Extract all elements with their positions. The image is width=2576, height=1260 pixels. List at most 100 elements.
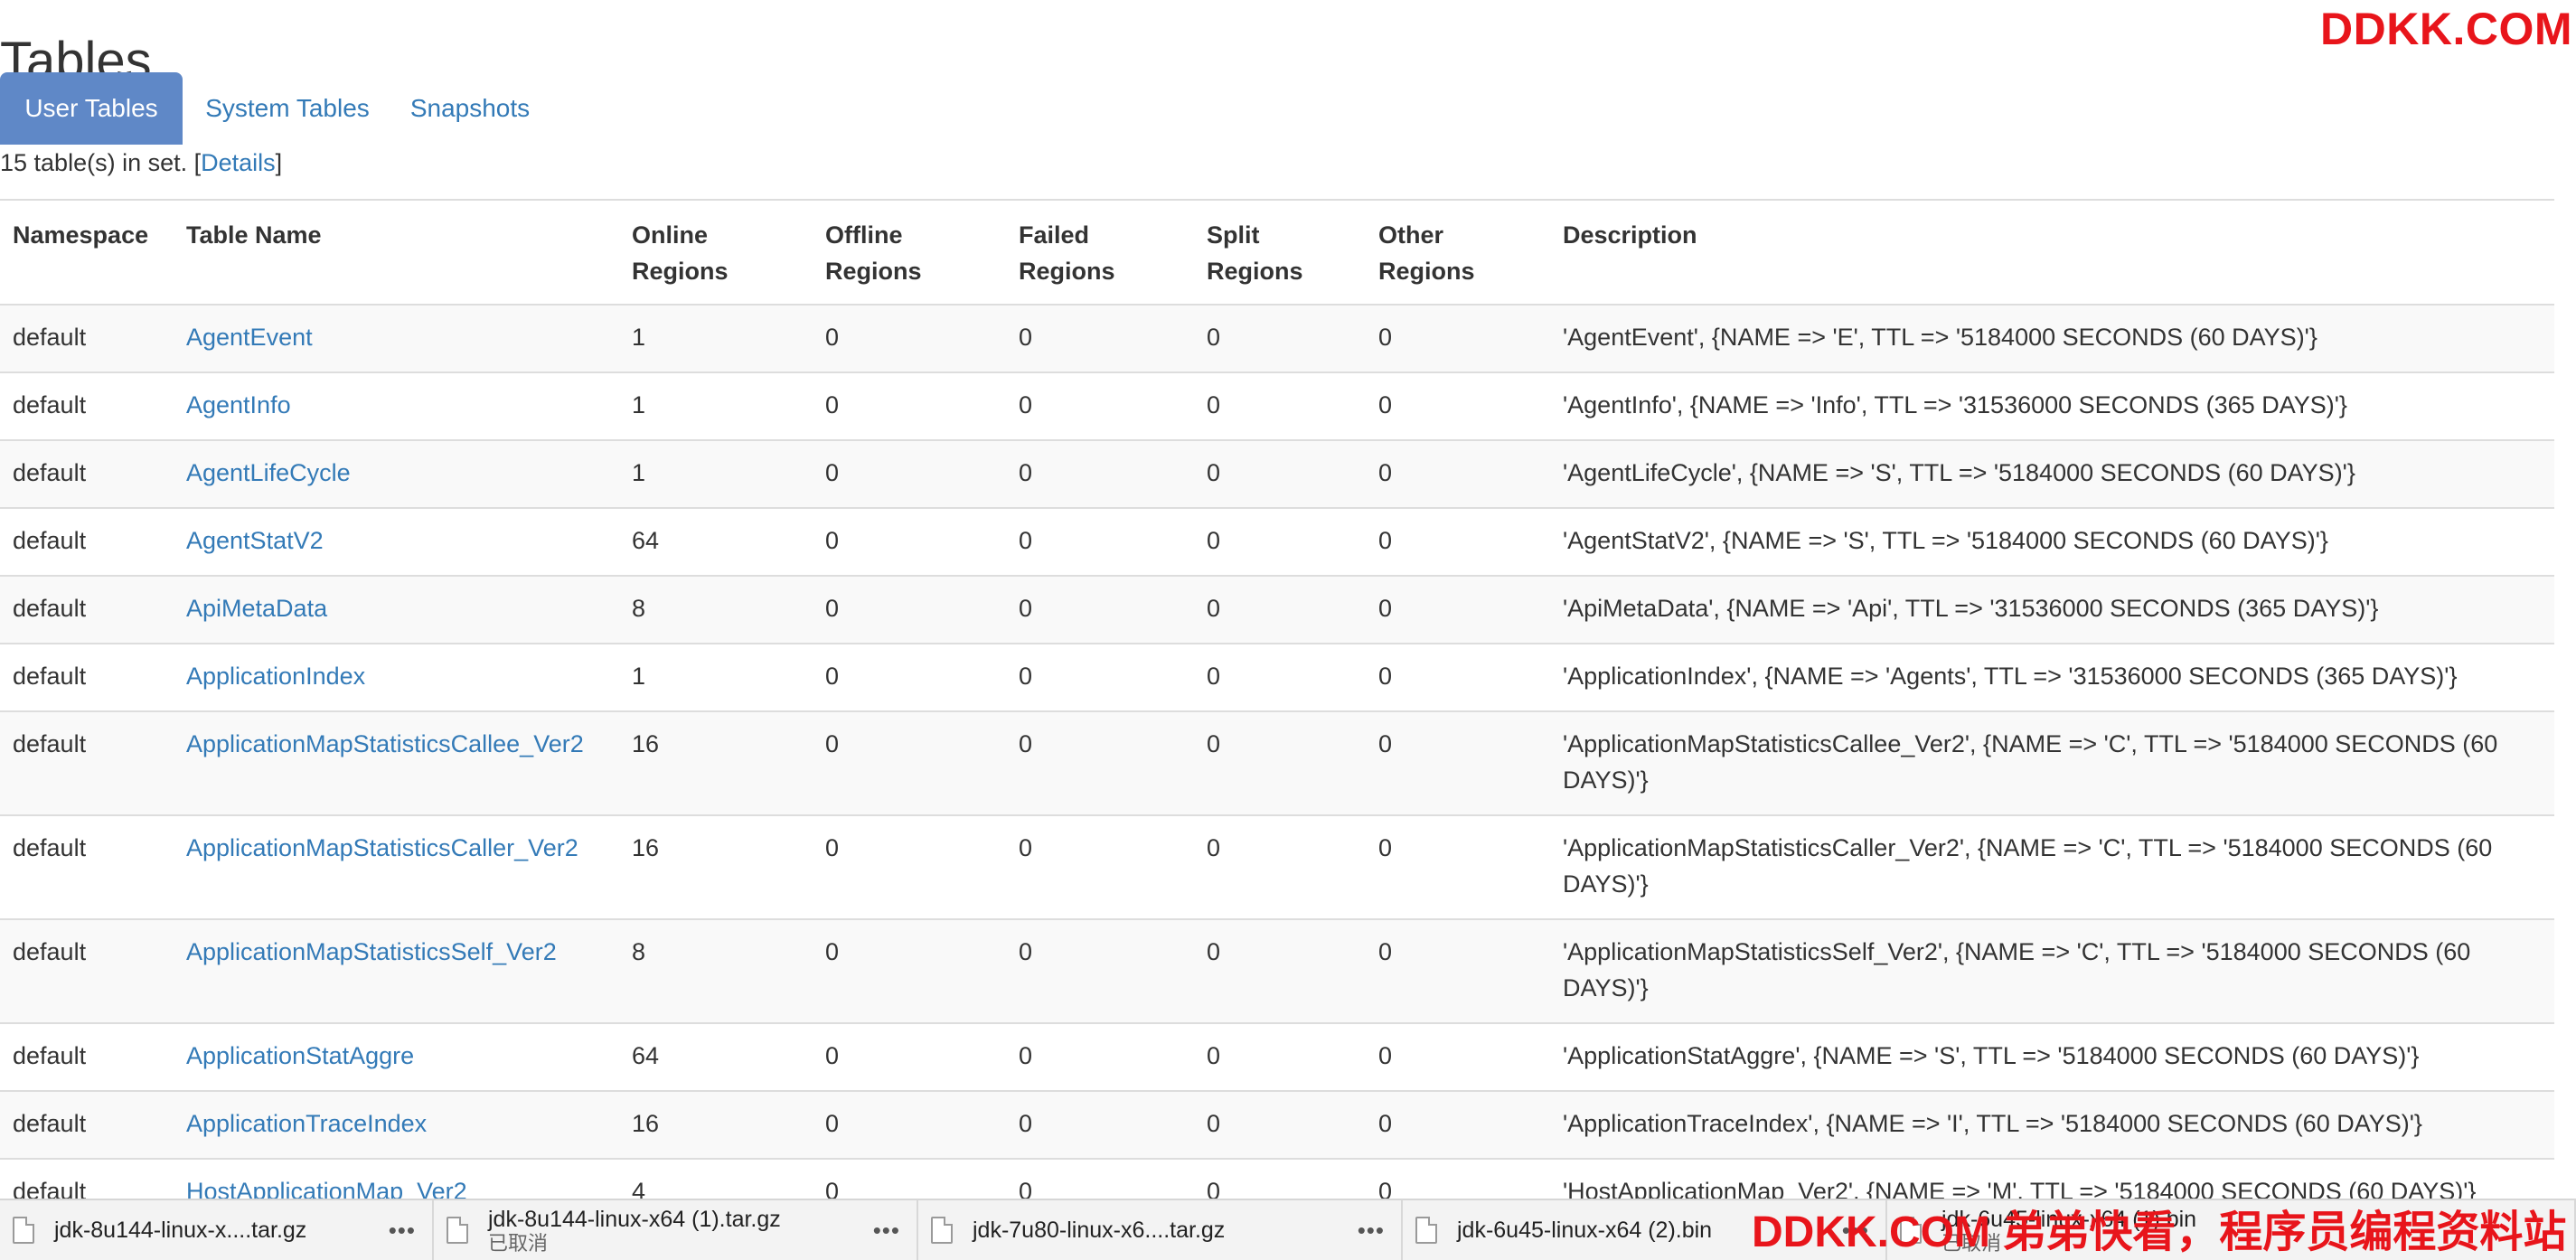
table-name-link[interactable]: AgentLifeCycle [186, 459, 351, 486]
table-name-link[interactable]: ApplicationIndex [186, 663, 365, 690]
table-row: default AgentLifeCycle 1 0 0 0 0 'AgentLifeCycl… [0, 439, 2554, 508]
tab-system-tables[interactable]: System Tables [192, 72, 383, 145]
user-tables-table: Namespace Table Name Online Regions Offl… [0, 199, 2554, 1226]
table-name-link[interactable]: ApplicationStatAggre [186, 1042, 414, 1069]
details-link[interactable]: Details [201, 149, 276, 176]
cell-failed-regions: 0 [1006, 1090, 1194, 1159]
watermark-top: DDKK.COM [2320, 4, 2572, 54]
table-name-link[interactable]: AgentEvent [186, 324, 313, 351]
header-other-regions[interactable]: Other Regions [1366, 199, 1550, 306]
table-row: default ApplicationMapStatisticsCaller_Ve… [0, 814, 2554, 919]
watermark-bottom: DDKK.COM 弟弟快看，程序员编程资料站 [1752, 1208, 2567, 1256]
cell-online-regions: 1 [619, 371, 813, 440]
cell-split-regions: 0 [1194, 371, 1366, 440]
cell-namespace: default [0, 643, 174, 711]
cell-other-regions: 0 [1366, 814, 1550, 919]
header-split-regions[interactable]: Split Regions [1194, 199, 1366, 306]
cell-failed-regions: 0 [1006, 710, 1194, 815]
cell-offline-regions: 0 [813, 575, 1006, 644]
cell-description: 'ApplicationIndex', {NAME => 'Agents', T… [1550, 643, 2554, 711]
download-item[interactable]: jdk-7u80-linux-x6....tar.gz ••• [918, 1199, 1403, 1260]
cell-offline-regions: 0 [813, 643, 1006, 711]
table-row: default ApplicationMapStatisticsSelf_Ver2… [0, 918, 2554, 1023]
cell-other-regions: 0 [1366, 710, 1550, 815]
cell-online-regions: 1 [619, 304, 813, 372]
cell-table-name: ApplicationMapStatisticsSelf_Ver2 [174, 918, 619, 1023]
cell-split-regions: 0 [1194, 1022, 1366, 1091]
table-name-link[interactable]: ApplicationMapStatisticsCallee_Ver2 [186, 730, 584, 757]
summary-prefix: 15 table(s) in set. [ [0, 149, 202, 176]
table-name-link[interactable]: AgentStatV2 [186, 527, 324, 554]
cell-online-regions: 8 [619, 575, 813, 644]
table-row: default ApiMetaData 8 0 0 0 0 'ApiMetaData', {N… [0, 575, 2554, 644]
header-namespace[interactable]: Namespace [0, 199, 174, 306]
cell-online-regions: 64 [619, 1022, 813, 1091]
table-row: default ApplicationTraceIndex 16 0 0 0 0 'Appli… [0, 1090, 2554, 1159]
cell-offline-regions: 0 [813, 304, 1006, 372]
more-options-icon[interactable]: ••• [1358, 1217, 1385, 1245]
download-text: jdk-7u80-linux-x6....tar.gz [973, 1217, 1343, 1244]
cell-description: 'ApplicationMapStatisticsSelf_Ver2', {NA… [1550, 918, 2554, 1023]
table-name-link[interactable]: ApplicationTraceIndex [186, 1110, 427, 1137]
cell-description: 'ApplicationTraceIndex', {NAME => 'I', T… [1550, 1090, 2554, 1159]
more-options-icon[interactable]: ••• [873, 1217, 900, 1245]
download-item[interactable]: jdk-8u144-linux-x64 (1).tar.gz 已取消 ••• [434, 1199, 918, 1260]
cell-table-name: AgentInfo [174, 371, 619, 440]
header-description[interactable]: Description [1550, 199, 2554, 306]
cell-table-name: ApplicationIndex [174, 643, 619, 711]
cell-namespace: default [0, 1090, 174, 1159]
cell-namespace: default [0, 918, 174, 1023]
cell-offline-regions: 0 [813, 918, 1006, 1023]
summary-suffix: ] [275, 149, 283, 176]
table-name-link[interactable]: ApplicationMapStatisticsSelf_Ver2 [186, 938, 557, 965]
header-failed-regions[interactable]: Failed Regions [1006, 199, 1194, 306]
cell-description: 'ApplicationMapStatisticsCallee_Ver2', {… [1550, 710, 2554, 815]
cell-failed-regions: 0 [1006, 918, 1194, 1023]
cell-online-regions: 16 [619, 814, 813, 919]
cell-offline-regions: 0 [813, 710, 1006, 815]
table-row: default AgentEvent 1 0 0 0 0 'AgentEvent', {NAM… [0, 304, 2554, 372]
cell-namespace: default [0, 439, 174, 508]
table-name-link[interactable]: ApiMetaData [186, 595, 327, 622]
header-offline-regions[interactable]: Offline Regions [813, 199, 1006, 306]
cell-description: 'ApplicationMapStatisticsCaller_Ver2', {… [1550, 814, 2554, 919]
cell-split-regions: 0 [1194, 814, 1366, 919]
hbase-tables-page: Tables DDKK.COM User Tables System Table… [0, 0, 2576, 1260]
cell-description: 'AgentInfo', {NAME => 'Info', TTL => '31… [1550, 371, 2554, 440]
cell-namespace: default [0, 304, 174, 372]
table-row: default AgentInfo 1 0 0 0 0 'AgentInfo', {NAME … [0, 371, 2554, 440]
table-row: default ApplicationIndex 1 0 0 0 0 'Application… [0, 643, 2554, 711]
file-icon [1415, 1217, 1437, 1244]
cell-namespace: default [0, 507, 174, 576]
cell-split-regions: 0 [1194, 575, 1366, 644]
cell-online-regions: 16 [619, 1090, 813, 1159]
table-name-link[interactable]: AgentInfo [186, 391, 291, 418]
tab-user-tables[interactable]: User Tables [0, 72, 183, 145]
cell-offline-regions: 0 [813, 507, 1006, 576]
cell-offline-regions: 0 [813, 1022, 1006, 1091]
cell-table-name: AgentStatV2 [174, 507, 619, 576]
cell-offline-regions: 0 [813, 371, 1006, 440]
cell-namespace: default [0, 710, 174, 815]
header-online-regions[interactable]: Online Regions [619, 199, 813, 306]
download-text: jdk-8u144-linux-x....tar.gz [54, 1217, 374, 1244]
cell-failed-regions: 0 [1006, 575, 1194, 644]
cell-description: 'AgentStatV2', {NAME => 'S', TTL => '518… [1550, 507, 2554, 576]
table-row: default ApplicationStatAggre 64 0 0 0 0 'Applic… [0, 1022, 2554, 1091]
cell-other-regions: 0 [1366, 371, 1550, 440]
cell-split-regions: 0 [1194, 439, 1366, 508]
cell-online-regions: 8 [619, 918, 813, 1023]
cell-failed-regions: 0 [1006, 643, 1194, 711]
download-item[interactable]: jdk-8u144-linux-x....tar.gz ••• [0, 1199, 434, 1260]
table-type-tabs: User Tables System Tables Snapshots [0, 72, 557, 145]
download-filename: jdk-8u144-linux-x....tar.gz [54, 1218, 307, 1243]
header-table-name[interactable]: Table Name [174, 199, 619, 306]
cell-online-regions: 64 [619, 507, 813, 576]
table-name-link[interactable]: ApplicationMapStatisticsCaller_Ver2 [186, 834, 578, 861]
table-header-row: Namespace Table Name Online Regions Offl… [0, 199, 2554, 306]
cell-namespace: default [0, 814, 174, 919]
tab-snapshots[interactable]: Snapshots [389, 72, 551, 145]
more-options-icon[interactable]: ••• [389, 1217, 416, 1245]
cell-online-regions: 1 [619, 439, 813, 508]
cell-other-regions: 0 [1366, 507, 1550, 576]
